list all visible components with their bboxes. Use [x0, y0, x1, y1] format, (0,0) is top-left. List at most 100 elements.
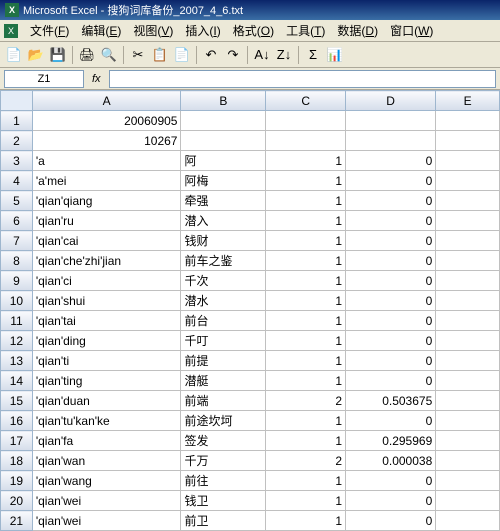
col-header-c[interactable]: C — [266, 91, 346, 111]
menu-t[interactable]: 工具(T) — [280, 20, 331, 41]
cell[interactable]: 0 — [346, 231, 436, 251]
new-icon[interactable]: 📄 — [4, 45, 24, 65]
cell[interactable]: 'qian'ru — [32, 211, 181, 231]
cell[interactable]: 0 — [346, 311, 436, 331]
cell[interactable]: 0 — [346, 271, 436, 291]
cell[interactable]: 千次 — [181, 271, 266, 291]
cell[interactable]: 1 — [266, 231, 346, 251]
cell[interactable]: 前端 — [181, 391, 266, 411]
cell[interactable]: 'a'mei — [32, 171, 181, 191]
cell[interactable]: 'qian'che'zhi'jian — [32, 251, 181, 271]
cell[interactable]: 阿梅 — [181, 171, 266, 191]
preview-icon[interactable]: 🔍 — [99, 45, 119, 65]
cell[interactable]: 1 — [266, 151, 346, 171]
cell[interactable]: 0 — [346, 471, 436, 491]
cell[interactable]: 'qian'wan — [32, 451, 181, 471]
cell[interactable]: 0 — [346, 351, 436, 371]
cell[interactable] — [436, 371, 500, 391]
cell[interactable] — [436, 111, 500, 131]
cell[interactable]: 'qian'tu'kan'ke — [32, 411, 181, 431]
cell[interactable] — [436, 491, 500, 511]
undo-icon[interactable]: ↶ — [201, 45, 221, 65]
row-header[interactable]: 21 — [1, 511, 33, 531]
cell[interactable]: 0 — [346, 211, 436, 231]
cell[interactable]: 前提 — [181, 351, 266, 371]
cell[interactable]: 签发 — [181, 431, 266, 451]
menu-o[interactable]: 格式(O) — [227, 20, 280, 41]
sort-asc-icon[interactable]: A↓ — [252, 45, 272, 65]
cut-icon[interactable]: ✂ — [128, 45, 148, 65]
cell[interactable]: 0 — [346, 331, 436, 351]
cell[interactable]: 1 — [266, 371, 346, 391]
save-icon[interactable]: 💾 — [48, 45, 68, 65]
col-header-b[interactable]: B — [181, 91, 266, 111]
name-box[interactable]: Z1 — [4, 70, 84, 88]
menu-i[interactable]: 插入(I) — [179, 20, 226, 41]
cell[interactable] — [436, 131, 500, 151]
cell[interactable]: 0 — [346, 171, 436, 191]
cell[interactable]: 前车之鉴 — [181, 251, 266, 271]
cell[interactable]: 1 — [266, 271, 346, 291]
cell[interactable]: 1 — [266, 511, 346, 531]
cell[interactable]: 潜艇 — [181, 371, 266, 391]
cell[interactable]: 0 — [346, 191, 436, 211]
open-icon[interactable]: 📂 — [26, 45, 46, 65]
cell[interactable]: 千万 — [181, 451, 266, 471]
row-header[interactable]: 15 — [1, 391, 33, 411]
cell[interactable]: 'a — [32, 151, 181, 171]
menu-e[interactable]: 编辑(E) — [75, 20, 127, 41]
cell[interactable]: 1 — [266, 411, 346, 431]
cell[interactable]: 0 — [346, 151, 436, 171]
cell[interactable]: 0 — [346, 511, 436, 531]
row-header[interactable]: 11 — [1, 311, 33, 331]
cell[interactable] — [436, 291, 500, 311]
cell[interactable]: 20060905 — [32, 111, 181, 131]
cell[interactable]: 'qian'tai — [32, 311, 181, 331]
menu-f[interactable]: 文件(F) — [24, 20, 75, 41]
row-header[interactable]: 1 — [1, 111, 33, 131]
redo-icon[interactable]: ↷ — [223, 45, 243, 65]
cell[interactable]: 潜水 — [181, 291, 266, 311]
cell[interactable]: 1 — [266, 331, 346, 351]
row-header[interactable]: 10 — [1, 291, 33, 311]
cell[interactable]: 1 — [266, 211, 346, 231]
sort-desc-icon[interactable]: Z↓ — [274, 45, 294, 65]
cell[interactable]: 1 — [266, 291, 346, 311]
cell[interactable] — [436, 471, 500, 491]
cell[interactable]: 'qian'ti — [32, 351, 181, 371]
cell[interactable] — [266, 131, 346, 151]
print-icon[interactable]: 🖨 — [77, 45, 97, 65]
cell[interactable] — [436, 391, 500, 411]
cell[interactable]: 0 — [346, 291, 436, 311]
cell[interactable]: 2 — [266, 451, 346, 471]
cell[interactable]: 'qian'cai — [32, 231, 181, 251]
cell[interactable]: 10267 — [32, 131, 181, 151]
cell[interactable]: 1 — [266, 311, 346, 331]
row-header[interactable]: 12 — [1, 331, 33, 351]
cell[interactable]: 'qian'wang — [32, 471, 181, 491]
cell[interactable] — [436, 251, 500, 271]
copy-icon[interactable]: 📋 — [150, 45, 170, 65]
cell[interactable]: 'qian'ting — [32, 371, 181, 391]
formula-input[interactable] — [109, 70, 496, 88]
row-header[interactable]: 7 — [1, 231, 33, 251]
row-header[interactable]: 6 — [1, 211, 33, 231]
cell[interactable]: 钱卫 — [181, 491, 266, 511]
cell[interactable] — [436, 351, 500, 371]
cell[interactable]: 'qian'fa — [32, 431, 181, 451]
app-icon[interactable]: X — [4, 24, 18, 38]
cell[interactable] — [436, 331, 500, 351]
cell[interactable]: 阿 — [181, 151, 266, 171]
cell[interactable]: 'qian'duan — [32, 391, 181, 411]
cell[interactable] — [346, 131, 436, 151]
row-header[interactable]: 4 — [1, 171, 33, 191]
cell[interactable]: 0 — [346, 371, 436, 391]
cell[interactable]: 0 — [346, 411, 436, 431]
row-header[interactable]: 3 — [1, 151, 33, 171]
row-header[interactable]: 20 — [1, 491, 33, 511]
row-header[interactable]: 13 — [1, 351, 33, 371]
paste-icon[interactable]: 📄 — [172, 45, 192, 65]
row-header[interactable]: 8 — [1, 251, 33, 271]
cell[interactable]: 1 — [266, 471, 346, 491]
cell[interactable]: 前途坎坷 — [181, 411, 266, 431]
